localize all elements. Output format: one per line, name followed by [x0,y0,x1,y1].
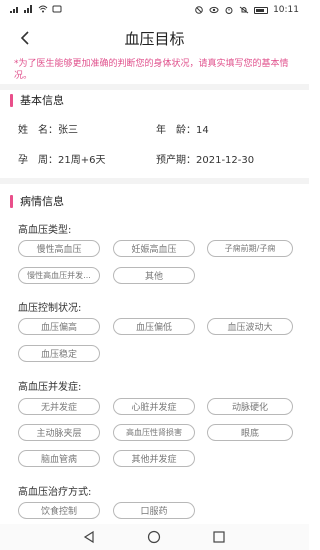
section-basic-info: 基本信息 [10,92,64,108]
option-gestational-hypertension[interactable]: 妊娠高血压 [113,240,195,257]
eye-icon [209,6,219,14]
name-value: 张三 [58,125,78,136]
notice-text: *为了医生能够更加准确的判断您的身体状况，请真实填写您的基本情况。 [14,59,289,81]
status-bar: 10:11 [0,0,309,22]
section-condition-info: 病情信息 [10,193,64,209]
option-renal-damage[interactable]: 高血压性肾损害 [113,424,195,441]
circle-home-icon[interactable] [147,530,161,544]
triangle-back-icon[interactable] [82,530,96,544]
name-label: 姓 名： [18,125,58,136]
system-nav-bar [0,524,309,550]
notification-icon [52,5,62,13]
age-field: 年 龄：14 [156,121,209,136]
option-oral-medication[interactable]: 口服药 [113,502,195,519]
due-date-label: 预产期： [156,155,196,166]
header: 血压目标 [0,22,309,54]
pregnancy-week-label: 孕 周： [18,155,58,166]
pregnancy-week-field: 孕 周：21周+6天 [18,151,105,166]
option-bp-stable[interactable]: 血压稳定 [18,345,100,362]
option-chronic-hypertension[interactable]: 慢性高血压 [18,240,100,257]
treatment-label: 高血压治疗方式: [18,487,92,498]
option-other[interactable]: 其他 [113,267,195,284]
sim-signal-icon [10,7,18,13]
option-chronic-with-complication[interactable]: 慢性高血压并发... [18,267,100,284]
section-accent-bar [10,194,13,208]
status-time: 10:11 [273,5,299,15]
age-label: 年 龄： [156,125,196,136]
option-bp-low[interactable]: 血压偏低 [113,318,195,335]
complications-label: 高血压并发症: [18,382,82,393]
option-cardiac-complication[interactable]: 心脏并发症 [113,398,195,415]
divider [0,84,309,90]
section-accent-bar [10,93,13,107]
battery-icon [254,6,269,14]
option-other-complication[interactable]: 其他并发症 [113,450,195,467]
divider [0,178,309,184]
option-fundus[interactable]: 眼底 [207,424,293,441]
name-field: 姓 名：张三 [18,121,78,136]
option-bp-high[interactable]: 血压偏高 [18,318,100,335]
alarm-icon [225,7,233,14]
option-cerebrovascular[interactable]: 脑血管病 [18,450,100,467]
square-recent-icon[interactable] [212,530,226,544]
silent-icon [239,6,249,14]
page-title: 血压目标 [124,30,185,48]
status-left [10,5,62,13]
hypertension-type-label: 高血压类型: [18,225,72,236]
bp-control-label: 血压控制状况: [18,303,82,314]
section-title: 病情信息 [20,195,64,208]
option-arteriosclerosis[interactable]: 动脉硬化 [207,398,293,415]
section-title: 基本信息 [20,94,64,107]
option-diet-control[interactable]: 饮食控制 [18,502,100,519]
wifi-icon [38,5,48,13]
option-preeclampsia[interactable]: 子痫前期/子痫 [207,240,293,257]
signal-4g-icon [24,5,32,13]
age-value: 14 [196,125,209,136]
option-no-complication[interactable]: 无并发症 [18,398,100,415]
status-right: 10:11 [194,5,299,15]
nfc-icon [195,6,203,14]
due-date-field: 预产期：2021-12-30 [156,151,254,166]
option-aortic-dissection[interactable]: 主动脉夹层 [18,424,100,441]
pregnancy-week-value: 21周+6天 [58,155,106,166]
option-bp-fluctuating[interactable]: 血压波动大 [207,318,293,335]
due-date-value: 2021-12-30 [196,155,255,166]
